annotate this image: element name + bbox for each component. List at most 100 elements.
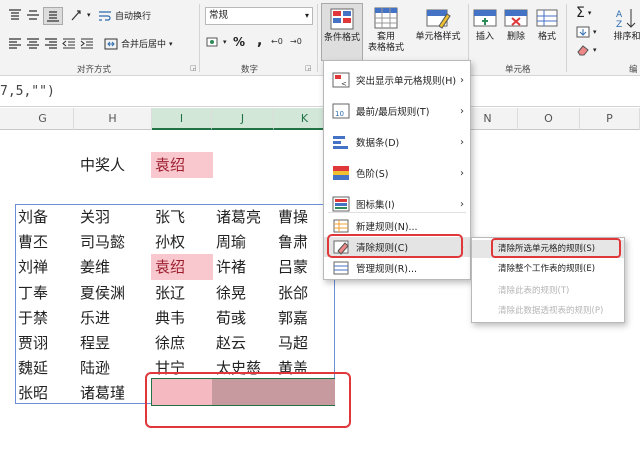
submenu-item-clear-sheet[interactable]: 清除整个工作表的规则(E)	[472, 260, 624, 278]
name-cell[interactable]: 马超	[278, 330, 308, 356]
name-cell[interactable]: 夏侯渊	[80, 280, 125, 306]
align-center-button[interactable]	[26, 37, 40, 49]
formula-bar[interactable]: 7,5,"")	[0, 77, 640, 107]
name-cell[interactable]: 鲁肃	[278, 229, 308, 255]
menu-item-new-rule[interactable]: 新建规则(N)...	[324, 216, 470, 236]
name-cell[interactable]: 乐进	[80, 305, 110, 331]
name-cell[interactable]: 姜维	[80, 254, 110, 280]
align-left-button[interactable]	[8, 37, 22, 49]
column-header-j[interactable]: J	[212, 108, 274, 130]
name-cell[interactable]: 张飞	[155, 204, 185, 230]
align-bottom-button[interactable]	[43, 7, 63, 25]
chevron-right-icon: ›	[460, 198, 464, 210]
name-cell[interactable]: 张郃	[278, 280, 308, 306]
submenu-item-clear-table: 清除此表的规则(T)	[498, 286, 570, 296]
insert-cells-icon	[473, 9, 497, 27]
format-label: 格式	[537, 32, 556, 42]
name-cell[interactable]: 孙权	[155, 229, 185, 255]
increase-indent-button[interactable]	[80, 37, 94, 49]
sort-filter-button[interactable]: AZ 排序和	[610, 6, 640, 43]
name-cell[interactable]: 徐庶	[155, 330, 185, 356]
comma-style-button[interactable]: ,	[257, 33, 262, 49]
svg-text:<: <	[341, 80, 347, 88]
column-header-g[interactable]: G	[12, 108, 74, 130]
number-format-select[interactable]: 常规 ▾	[205, 7, 313, 25]
cell-styles-button[interactable]: 单元格样式	[410, 6, 466, 43]
name-cell[interactable]: 刘备	[18, 204, 48, 230]
accounting-icon	[206, 37, 218, 47]
insert-cells-button[interactable]: 插入	[470, 6, 500, 43]
column-header-h[interactable]: H	[74, 108, 152, 130]
autosum-button[interactable]: Σ ▾	[576, 5, 591, 21]
menu-item-manage-rules[interactable]: 管理规则(R)...	[324, 258, 470, 278]
wrap-text-button[interactable]: 自动换行	[98, 9, 151, 22]
name-cell[interactable]: 魏延	[18, 355, 48, 381]
merge-center-button[interactable]: 合并后居中 ▾	[104, 37, 173, 50]
menu-item-icon-sets[interactable]: 图标集(I) ›	[324, 189, 470, 219]
align-bottom-icon	[47, 11, 59, 22]
number-launcher-icon[interactable]: ◲	[305, 64, 312, 72]
conditional-format-button[interactable]: 条件格式	[321, 3, 363, 61]
name-cell[interactable]: 徐晃	[216, 280, 246, 306]
delete-cells-button[interactable]: 删除	[501, 6, 531, 43]
name-cell[interactable]: 关羽	[80, 204, 110, 230]
align-right-button[interactable]	[44, 37, 58, 49]
editing-group-label: 编	[629, 65, 638, 75]
alignment-launcher-icon[interactable]: ◲	[190, 64, 197, 72]
column-header-p[interactable]: P	[580, 108, 640, 130]
name-cell[interactable]: 曹操	[278, 204, 308, 230]
column-header-o[interactable]: O	[518, 108, 580, 130]
number-format-dropdown-icon: ▾	[304, 11, 309, 20]
clear-button[interactable]: ▾	[576, 44, 597, 56]
clear-selected-annotation-box	[491, 238, 621, 258]
name-cell[interactable]: 陆逊	[80, 355, 110, 381]
align-middle-button[interactable]	[26, 9, 40, 21]
percent-style-button[interactable]: %	[233, 35, 245, 49]
merge-center-label: 合并后居中	[121, 40, 167, 50]
decrease-indent-button[interactable]	[62, 37, 76, 49]
increase-decimal-button[interactable]: ←0	[271, 37, 283, 46]
name-cell[interactable]: 荀彧	[216, 305, 246, 331]
name-cell[interactable]: 曹丕	[18, 229, 48, 255]
menu-item-top-bottom[interactable]: 10 最前/最后规则(T) ›	[324, 96, 470, 126]
name-cell[interactable]: 张昭	[18, 380, 48, 406]
name-cell[interactable]: 典韦	[155, 305, 185, 331]
name-cell[interactable]: 许褚	[216, 254, 246, 280]
fill-button[interactable]: ▾	[576, 26, 597, 38]
formula-text: 7,5,"")	[0, 84, 55, 99]
menu-item-highlight-rules[interactable]: < 突出显示单元格规则(H) ›	[324, 65, 470, 95]
menu-item-data-bars[interactable]: 数据条(D) ›	[324, 127, 470, 157]
new-rule-icon	[333, 219, 349, 233]
name-cell[interactable]: 诸葛瑾	[80, 380, 125, 406]
name-cell[interactable]: 刘禅	[18, 254, 48, 280]
data-bars-icon	[333, 136, 348, 149]
format-as-table-icon	[374, 7, 398, 29]
name-cell[interactable]: 司马懿	[80, 229, 125, 255]
name-cell[interactable]: 于禁	[18, 305, 48, 331]
name-cell[interactable]: 丁奉	[18, 280, 48, 306]
name-cell[interactable]: 吕蒙	[278, 254, 308, 280]
winner-value[interactable]: 袁绍	[151, 152, 213, 178]
menu-item-label: 色阶(S)	[356, 169, 389, 180]
column-header-i[interactable]: I	[152, 108, 212, 130]
name-cell[interactable]: 程昱	[80, 330, 110, 356]
increase-indent-icon	[80, 38, 93, 49]
name-cell-highlighted[interactable]: 袁绍	[151, 254, 213, 280]
format-cells-button[interactable]: 格式	[531, 6, 563, 43]
name-cell[interactable]: 诸葛亮	[216, 204, 261, 230]
name-cell[interactable]: 贾诩	[18, 330, 48, 356]
menu-item-color-scales[interactable]: 色阶(S) ›	[324, 158, 470, 188]
name-cell[interactable]: 张辽	[155, 280, 185, 306]
format-as-table-button[interactable]: 套用 表格格式	[361, 6, 411, 54]
number-format-value: 常规	[209, 10, 229, 21]
name-cell[interactable]: 郭嘉	[278, 305, 308, 331]
align-top-button[interactable]	[8, 9, 22, 21]
decrease-decimal-button[interactable]: →0	[290, 37, 302, 46]
name-cell[interactable]: 赵云	[216, 330, 246, 356]
orientation-button[interactable]: ▾	[70, 9, 91, 21]
insert-label: 插入	[475, 32, 494, 42]
eraser-icon	[577, 45, 589, 56]
accounting-format-button[interactable]: ▾	[206, 36, 227, 48]
name-cell[interactable]: 周瑜	[216, 229, 246, 255]
winner-label[interactable]: 中奖人	[80, 152, 125, 178]
